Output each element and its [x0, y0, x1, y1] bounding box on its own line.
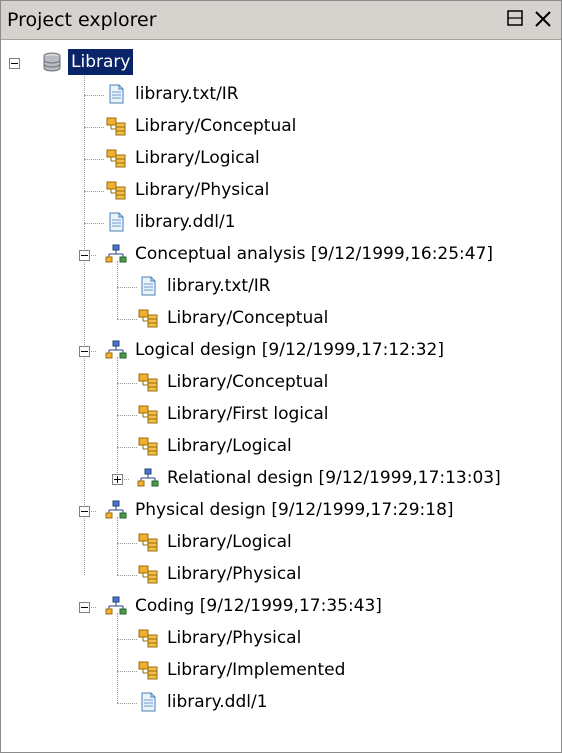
tree-item[interactable]: Logical design [9/12/1999,17:12:32]: [1, 335, 561, 365]
tree-item[interactable]: Relational design [9/12/1999,17:13:03]: [1, 463, 561, 493]
tree-item[interactable]: library.ddl/1: [1, 207, 561, 237]
schema-icon: [137, 531, 159, 553]
tree-item-label: Library/First logical: [167, 404, 329, 424]
tree-item-label: Library/Logical: [167, 532, 292, 552]
tree-root[interactable]: Library: [1, 47, 561, 77]
database-icon: [41, 51, 63, 73]
process-icon: [137, 467, 159, 489]
tree-item[interactable]: library.txt/IR: [1, 79, 561, 109]
process-icon: [105, 595, 127, 617]
document-icon: [137, 691, 159, 713]
tree-item[interactable]: Library/Logical: [1, 143, 561, 173]
panel-title: Project explorer: [7, 9, 157, 31]
tree-item-label: Conceptual analysis [9/12/1999,16:25:47]: [135, 244, 494, 264]
tree-item-label: Library/Physical: [135, 180, 270, 200]
tree-item-label: Library/Implemented: [167, 660, 346, 680]
tree-item[interactable]: Library/Conceptual: [1, 367, 561, 397]
tree-item[interactable]: Physical design [9/12/1999,17:29:18]: [1, 495, 561, 525]
process-icon: [105, 499, 127, 521]
schema-icon: [105, 115, 127, 137]
tree-item-label: library.txt/IR: [135, 84, 239, 104]
schema-icon: [137, 435, 159, 457]
tree-item[interactable]: Library/Implemented: [1, 655, 561, 685]
tree-item[interactable]: Library/Logical: [1, 527, 561, 557]
schema-icon: [137, 371, 159, 393]
tree-item-label: Library/Conceptual: [135, 116, 297, 136]
document-icon: [137, 275, 159, 297]
tree-item-label: Library/Logical: [167, 436, 292, 456]
tree-item-label: library.ddl/1: [167, 692, 268, 712]
process-icon: [105, 243, 127, 265]
tree-item-label: library.ddl/1: [135, 212, 236, 232]
tree-item[interactable]: Coding [9/12/1999,17:35:43]: [1, 591, 561, 621]
schema-icon: [137, 659, 159, 681]
schema-icon: [105, 179, 127, 201]
close-icon[interactable]: [534, 10, 552, 28]
tree-item-label: Library/Logical: [135, 148, 260, 168]
tree-item[interactable]: Library/First logical: [1, 399, 561, 429]
tree-item[interactable]: Library/Physical: [1, 623, 561, 653]
schema-icon: [137, 627, 159, 649]
tree-item-label: Logical design [9/12/1999,17:12:32]: [135, 340, 444, 360]
document-icon: [105, 83, 127, 105]
document-icon: [105, 211, 127, 233]
project-tree: Library library.txt/IR Library/Conceptual L…: [1, 41, 561, 751]
tree-item[interactable]: Library/Physical: [1, 175, 561, 205]
schema-icon: [105, 147, 127, 169]
tree-item-label: Library: [68, 49, 134, 75]
tree-item-label: Library/Physical: [167, 564, 302, 584]
tree-item-label: library.txt/IR: [167, 276, 271, 296]
tree-item[interactable]: library.ddl/1: [1, 687, 561, 717]
schema-icon: [137, 307, 159, 329]
tree-item-label: Physical design [9/12/1999,17:29:18]: [135, 500, 454, 520]
tree-item[interactable]: Library/Conceptual: [1, 111, 561, 141]
panel-titlebar: Project explorer: [1, 1, 561, 40]
schema-icon: [137, 563, 159, 585]
tree-item-label: Relational design [9/12/1999,17:13:03]: [167, 468, 501, 488]
process-icon: [105, 339, 127, 361]
tree-item[interactable]: Library/Physical: [1, 559, 561, 589]
tree-item[interactable]: Library/Conceptual: [1, 303, 561, 333]
project-explorer-panel: Project explorer Library library.txt/IR Li…: [0, 0, 562, 753]
schema-icon: [137, 403, 159, 425]
tree-item-label: Library/Physical: [167, 628, 302, 648]
tree-item-label: Library/Conceptual: [167, 372, 329, 392]
tree-item[interactable]: Conceptual analysis [9/12/1999,16:25:47]: [1, 239, 561, 269]
tree-item[interactable]: library.txt/IR: [1, 271, 561, 301]
tree-item[interactable]: Library/Logical: [1, 431, 561, 461]
maximize-icon[interactable]: [507, 10, 523, 26]
tree-item-label: Library/Conceptual: [167, 308, 329, 328]
tree-item-label: Coding [9/12/1999,17:35:43]: [135, 596, 382, 616]
